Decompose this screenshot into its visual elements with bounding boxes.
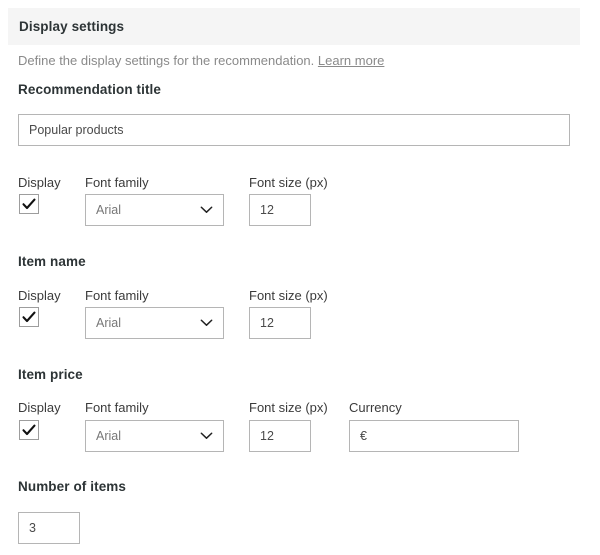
font-family-select-item-name[interactable]: Arial (85, 307, 224, 339)
group-heading-item-price: Item price (18, 367, 83, 382)
column-label-currency: Currency (349, 400, 402, 415)
column-label-display-1: Display (18, 175, 61, 190)
currency-input[interactable] (349, 420, 519, 452)
section-header: Display settings (8, 8, 580, 45)
recommendation-title-label: Recommendation title (18, 82, 161, 97)
font-family-select-item-price[interactable]: Arial (85, 420, 224, 452)
checkmark-icon (20, 308, 38, 326)
column-label-font-family-1: Font family (85, 175, 149, 190)
font-family-select-title[interactable]: Arial (85, 194, 224, 226)
chevron-down-icon (200, 319, 213, 327)
display-checkbox-item-price[interactable] (19, 420, 39, 440)
font-family-value-item-price: Arial (96, 430, 121, 443)
column-label-font-family-2: Font family (85, 288, 149, 303)
section-description-text: Define the display settings for the reco… (18, 53, 314, 68)
group-heading-item-name: Item name (18, 254, 86, 269)
column-label-display-2: Display (18, 288, 61, 303)
column-label-font-size-2: Font size (px) (249, 288, 328, 303)
column-label-font-size-1: Font size (px) (249, 175, 328, 190)
number-of-items-input[interactable] (18, 512, 80, 544)
font-size-input-item-price[interactable] (249, 420, 311, 452)
column-label-font-size-3: Font size (px) (249, 400, 328, 415)
checkmark-icon (20, 195, 38, 213)
column-label-display-3: Display (18, 400, 61, 415)
display-checkbox-item-name[interactable] (19, 307, 39, 327)
display-settings-panel: Display settings Define the display sett… (0, 0, 600, 555)
font-family-value-item-name: Arial (96, 317, 121, 330)
number-of-items-label: Number of items (18, 479, 126, 494)
checkmark-icon (20, 421, 38, 439)
page-title: Display settings (19, 19, 124, 34)
display-checkbox-title[interactable] (19, 194, 39, 214)
font-size-input-title[interactable] (249, 194, 311, 226)
column-label-font-family-3: Font family (85, 400, 149, 415)
learn-more-link[interactable]: Learn more (318, 53, 384, 68)
recommendation-title-input[interactable] (18, 114, 570, 146)
chevron-down-icon (200, 432, 213, 440)
font-size-input-item-name[interactable] (249, 307, 311, 339)
chevron-down-icon (200, 206, 213, 214)
font-family-value-title: Arial (96, 204, 121, 217)
section-description: Define the display settings for the reco… (18, 53, 384, 68)
